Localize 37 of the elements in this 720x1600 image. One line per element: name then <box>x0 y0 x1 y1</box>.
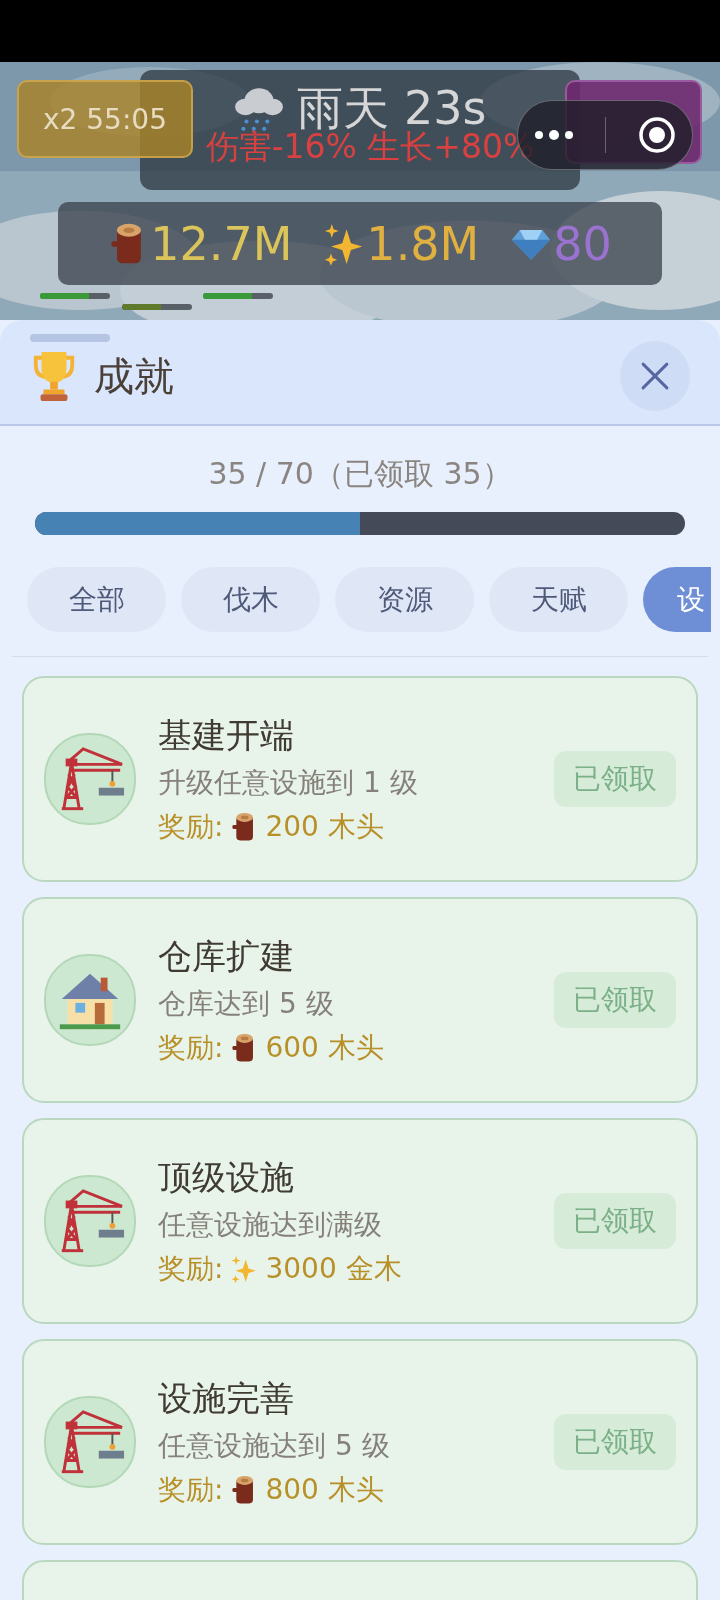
claim-status-button[interactable]: 已领取 <box>554 1414 676 1470</box>
category-tab[interactable]: 天赋 <box>489 567 628 632</box>
claim-status-button[interactable]: 已领取 <box>554 751 676 807</box>
achievement-title: 基建开端 <box>158 714 295 757</box>
category-tab[interactable]: 全部 <box>27 567 166 632</box>
resource-value: 12.7M <box>150 217 293 270</box>
category-tab[interactable]: 设 <box>643 567 711 632</box>
reward-amount: 600 木头 <box>265 1030 384 1066</box>
claim-status-button[interactable]: 已领取 <box>554 972 676 1028</box>
reward-label: 奖励: <box>158 1251 224 1287</box>
panel-title: 成就 <box>94 351 174 401</box>
reward-label: 奖励: <box>158 1030 224 1066</box>
health-bar <box>122 304 192 310</box>
more-icon[interactable] <box>533 129 574 141</box>
reward-label: 奖励: <box>158 809 224 845</box>
reward-amount: 200 木头 <box>265 809 384 845</box>
achievement-description: 仓库达到 5 级 <box>158 986 335 1022</box>
claim-status-button[interactable]: 已领取 <box>554 1193 676 1249</box>
category-tab[interactable]: 资源 <box>335 567 474 632</box>
close-target-icon[interactable] <box>636 115 677 155</box>
drag-handle[interactable] <box>30 334 110 342</box>
achievement-description: 任意设施达到 5 级 <box>158 1428 390 1464</box>
achievement-title: 仓库扩建 <box>158 935 295 978</box>
achievement-title: 顶级设施 <box>158 1156 295 1199</box>
resource-value: 80 <box>553 217 612 270</box>
health-bar <box>40 293 110 299</box>
reward-label: 奖励: <box>158 1472 224 1508</box>
progress-text: 35 / 70（已领取 35） <box>207 456 513 492</box>
resource-value: 1.8M <box>366 217 480 270</box>
health-bar <box>203 293 273 299</box>
achievement-title: 设施完善 <box>158 1377 295 1420</box>
category-tab[interactable]: 伐木 <box>181 567 320 632</box>
reward-amount: 800 木头 <box>265 1472 384 1508</box>
achievement-description: 任意设施达到满级 <box>158 1207 383 1243</box>
reward-amount: 3000 金木 <box>265 1251 402 1287</box>
achievement-description: 升级任意设施到 1 级 <box>158 765 418 801</box>
boost-timer: x2 55:05 <box>17 80 193 158</box>
